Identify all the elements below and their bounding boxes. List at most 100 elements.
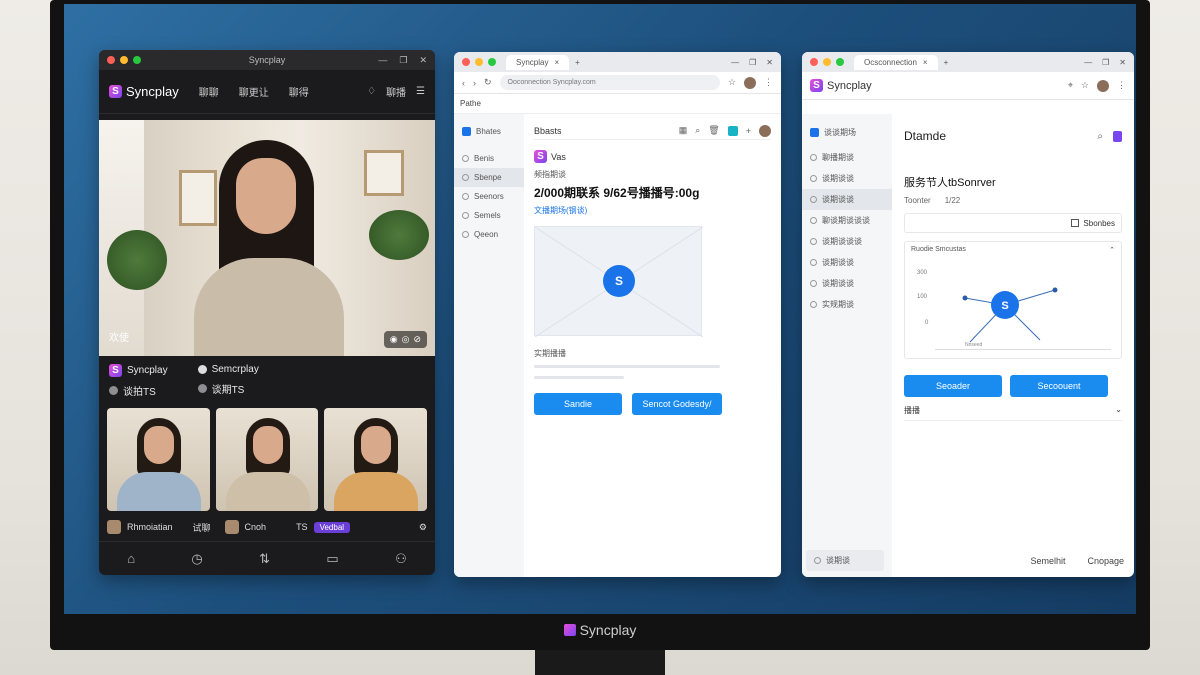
menu-icon[interactable]: ☰ bbox=[416, 86, 425, 97]
sidebar-item[interactable]: Semels bbox=[454, 206, 524, 225]
user-avatar[interactable] bbox=[759, 124, 771, 137]
item-icon bbox=[810, 238, 817, 245]
more-icon[interactable]: ⋮ bbox=[1117, 80, 1126, 91]
mic-icon[interactable]: ◉ bbox=[390, 334, 398, 345]
new-tab-icon[interactable]: + bbox=[575, 58, 580, 67]
sync-logo-icon: S bbox=[603, 265, 635, 297]
header-action[interactable]: 聊播 bbox=[386, 84, 406, 99]
sidebar-item-active[interactable]: Sbenpe bbox=[454, 168, 524, 187]
sidebar-item[interactable]: 聊谈期谈谈谈 bbox=[802, 210, 892, 231]
browser-tab[interactable]: Syncplay × bbox=[506, 54, 570, 70]
camera-icon[interactable]: ◎ bbox=[402, 334, 410, 345]
filter-box[interactable]: Sbonbes bbox=[904, 213, 1122, 233]
secondary-button[interactable]: Sencot Godesdy/ bbox=[632, 393, 722, 415]
close-dot[interactable] bbox=[810, 58, 818, 66]
primary-button[interactable]: Seoader bbox=[904, 375, 1002, 397]
close-icon[interactable]: ✕ bbox=[419, 55, 427, 66]
brand[interactable]: S Syncplay bbox=[810, 79, 872, 92]
nav-item-2[interactable]: 聊更让 bbox=[239, 84, 269, 99]
forward-icon[interactable]: › bbox=[473, 78, 476, 88]
close-icon[interactable]: ✕ bbox=[1119, 58, 1126, 67]
sidebar-item[interactable]: Bhates bbox=[454, 122, 524, 141]
brand[interactable]: S Syncplay bbox=[109, 84, 179, 99]
back-icon[interactable]: ‹ bbox=[462, 78, 465, 88]
sidebar-item-active[interactable]: 谈期谈谈 bbox=[802, 189, 892, 210]
browser-tab[interactable]: Ocsconnection × bbox=[854, 54, 938, 70]
home-icon[interactable]: ⌂ bbox=[127, 551, 135, 566]
tab-close-icon[interactable]: × bbox=[923, 58, 928, 67]
search-icon[interactable]: ⌕ bbox=[695, 125, 700, 136]
participant-thumbnail[interactable] bbox=[324, 408, 428, 511]
participant-item[interactable]: Semcrplay bbox=[197, 364, 259, 375]
item-icon bbox=[810, 280, 817, 287]
footer-link[interactable]: Cnopage bbox=[1087, 556, 1124, 566]
close-icon[interactable]: ✕ bbox=[766, 58, 773, 67]
main-video[interactable]: 欢使 ◉ ◎ ⊘ bbox=[99, 120, 435, 356]
sidebar-item[interactable]: Qeeon bbox=[454, 225, 524, 244]
profile-icon[interactable]: ⚇ bbox=[395, 551, 407, 567]
pin-icon[interactable]: ⌖ bbox=[1068, 80, 1073, 91]
add-icon[interactable]: + bbox=[746, 126, 751, 136]
collapsible-row[interactable]: 播播 ⌄ bbox=[904, 405, 1122, 421]
participant-item[interactable]: S Syncplay bbox=[109, 364, 168, 377]
star-icon[interactable]: ☆ bbox=[728, 77, 736, 88]
restore-icon[interactable]: ❐ bbox=[749, 58, 756, 67]
wall-picture bbox=[364, 150, 404, 196]
collapse-icon[interactable]: ⌃ bbox=[1109, 246, 1115, 254]
restore-icon[interactable]: ❐ bbox=[399, 55, 407, 66]
more-icon[interactable]: ⋮ bbox=[764, 77, 773, 88]
minimize-icon[interactable]: — bbox=[1084, 58, 1092, 67]
maximize-dot[interactable] bbox=[836, 58, 844, 66]
sidebar-item[interactable]: Seenors bbox=[454, 187, 524, 206]
status-pill[interactable]: Vedbal bbox=[313, 521, 351, 533]
bookmark-item[interactable]: Pathe bbox=[460, 99, 481, 108]
clock-icon[interactable]: ◷ bbox=[191, 551, 202, 567]
minimize-icon[interactable]: — bbox=[731, 58, 739, 67]
footer-link[interactable]: Semelhit bbox=[1030, 556, 1065, 566]
sidebar-item[interactable]: 聊播期谈 bbox=[802, 147, 892, 168]
sidebar-item[interactable]: 谈期谈谈 bbox=[802, 252, 892, 273]
profile-avatar[interactable] bbox=[744, 76, 756, 89]
settings-icon[interactable]: ⚙ bbox=[419, 522, 427, 533]
profile-avatar[interactable] bbox=[1097, 79, 1109, 92]
chat-icon[interactable]: ▭ bbox=[326, 551, 338, 567]
chevron-down-icon[interactable]: ⌄ bbox=[1115, 405, 1122, 416]
preview-card[interactable]: S bbox=[534, 226, 703, 337]
participant-thumbnail[interactable] bbox=[215, 408, 319, 511]
secondary-button[interactable]: Secoouent bbox=[1010, 375, 1108, 397]
participant-thumbnail[interactable] bbox=[107, 408, 210, 511]
url-input[interactable]: Ooconnection Syncplay.com bbox=[499, 75, 720, 90]
leave-icon[interactable]: ⊘ bbox=[413, 334, 421, 345]
trash-icon[interactable]: 🗑 bbox=[708, 125, 719, 136]
sidebar-item[interactable]: 谈期谈谈 bbox=[802, 168, 892, 189]
bookmark-icon[interactable] bbox=[1113, 130, 1122, 142]
restore-icon[interactable]: ❐ bbox=[1102, 58, 1109, 67]
nav-item-3[interactable]: 聊得 bbox=[289, 84, 309, 99]
minimize-icon[interactable]: — bbox=[378, 55, 387, 66]
sidebar-item[interactable]: 实规期谈 bbox=[802, 294, 892, 315]
sync-icon[interactable]: ⇅ bbox=[259, 551, 270, 567]
close-dot[interactable] bbox=[462, 58, 470, 66]
sidebar-item[interactable]: 谈谈期场 bbox=[802, 122, 892, 143]
reload-icon[interactable]: ↻ bbox=[484, 77, 492, 88]
minimize-dot[interactable] bbox=[823, 58, 831, 66]
grid-icon[interactable]: ▦ bbox=[679, 125, 688, 136]
participant-sub-text: 谈期TS bbox=[211, 385, 245, 396]
maximize-dot[interactable] bbox=[488, 58, 496, 66]
item-icon bbox=[462, 193, 469, 200]
notification-icon[interactable]: ♢ bbox=[367, 86, 376, 97]
sidebar-item[interactable]: 谈期谈谈谈 bbox=[802, 231, 892, 252]
search-icon[interactable]: ⌕ bbox=[1097, 131, 1103, 142]
sidebar-item[interactable]: 谈期谈谈 bbox=[802, 273, 892, 294]
nav-item-1[interactable]: 聊聊 bbox=[199, 84, 219, 99]
minimize-dot[interactable] bbox=[475, 58, 483, 66]
new-tab-icon[interactable]: + bbox=[944, 58, 949, 67]
info-link[interactable]: 文播期场(钢谈) bbox=[534, 205, 771, 216]
sidebar-item[interactable]: Benis bbox=[454, 149, 524, 168]
checkbox[interactable] bbox=[1071, 219, 1080, 227]
tab-close-icon[interactable]: × bbox=[554, 58, 559, 67]
star-icon[interactable]: ☆ bbox=[1081, 80, 1089, 91]
app-badge-icon[interactable] bbox=[727, 125, 738, 136]
primary-button[interactable]: Sandie bbox=[534, 393, 622, 415]
thumb-shirt bbox=[117, 472, 201, 511]
